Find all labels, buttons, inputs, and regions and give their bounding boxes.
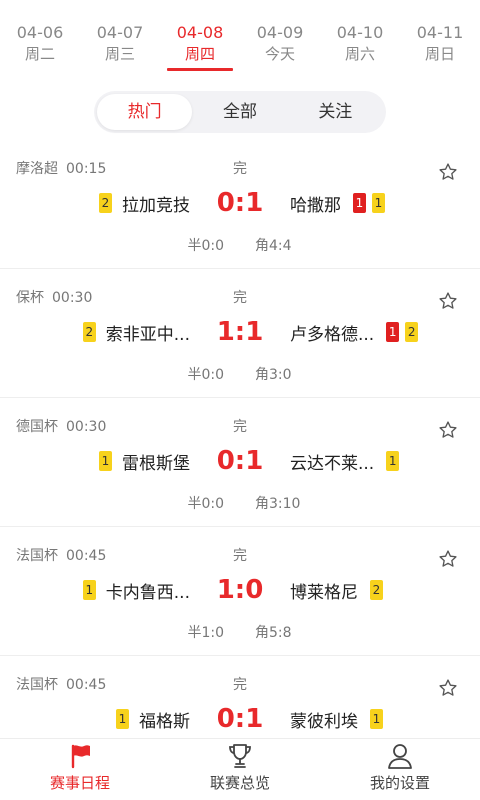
date-tab-0407[interactable]: 04-07 周三	[80, 0, 160, 80]
date-label: 04-11	[416, 23, 464, 42]
away-team-name: 蒙彼利埃	[290, 711, 358, 732]
match-score: 1:0	[216, 575, 264, 605]
home-team-group: 2 索非亚中...	[82, 315, 190, 349]
red-card-badge: 1	[353, 193, 366, 213]
match-score: 0:1	[216, 188, 264, 218]
match-row[interactable]: 保杯 00:30 完 2 索非亚中... 1:1 卢多格德... 1 2 半0:0…	[0, 269, 480, 398]
half-time-score: 半0:0	[187, 367, 224, 383]
match-status: 完	[233, 290, 247, 306]
match-score: 0:1	[216, 446, 264, 476]
weekday-label: 周四	[184, 45, 215, 63]
away-team-name: 哈撒那	[290, 195, 341, 216]
tab-hot[interactable]: 热门	[97, 94, 193, 130]
user-icon	[388, 744, 412, 769]
home-team-group: 2 拉加竞技	[99, 186, 190, 220]
home-team-name: 拉加竞技	[122, 195, 190, 216]
weekday-label: 周二	[24, 45, 55, 63]
date-tab-0411[interactable]: 04-11 周日	[400, 0, 480, 80]
yellow-card-badge: 2	[82, 322, 96, 342]
match-row[interactable]: 法国杯 00:45 完 1 卡内鲁西... 1:0 博莱格尼 2 半1:0 角5:…	[0, 527, 480, 656]
yellow-card-badge: 2	[99, 193, 112, 213]
away-team-group: 卢多格德... 1 2	[290, 315, 419, 349]
date-label: 04-06	[16, 23, 64, 42]
date-tab-0409[interactable]: 04-09 今天	[240, 0, 320, 80]
match-status: 完	[233, 677, 247, 693]
match-status: 完	[233, 161, 247, 177]
date-label: 04-07	[96, 23, 144, 42]
corner-count: 角5:8	[255, 625, 292, 641]
away-team-group: 哈撒那 1 1	[290, 186, 385, 220]
filter-segmented-control: 热门 全部 关注	[94, 91, 386, 133]
match-list: 摩洛超 00:15 完 2 拉加竞技 0:1 哈撒那 1 1 半0:0 角4:4 …	[0, 140, 480, 738]
match-score: 1:1	[216, 317, 264, 347]
yellow-card-badge: 2	[370, 580, 383, 600]
red-card-badge: 1	[386, 322, 400, 342]
home-team-group: 1 卡内鲁西...	[82, 573, 190, 607]
nav-label: 联赛总览	[209, 774, 270, 792]
home-team-group: 1 福格斯	[116, 702, 190, 736]
home-team-name: 福格斯	[139, 711, 190, 732]
away-team-group: 蒙彼利埃 1	[290, 702, 383, 736]
nav-label: 赛事日程	[49, 774, 110, 792]
corner-count: 角3:10	[255, 496, 301, 512]
nav-my-settings[interactable]: 我的设置	[320, 739, 480, 800]
nav-league-overview[interactable]: 联赛总览	[160, 739, 320, 800]
yellow-card-badge: 1	[82, 580, 96, 600]
match-status: 完	[233, 419, 247, 435]
match-row[interactable]: 法国杯 00:45 完 1 福格斯 0:1 蒙彼利埃 1	[0, 656, 480, 738]
weekday-label: 周六	[344, 45, 375, 63]
nav-schedule[interactable]: 赛事日程	[0, 739, 160, 800]
date-selector: 04-06 周二 04-07 周三 04-08 周四 04-09 今天 04-1…	[0, 0, 480, 80]
match-row[interactable]: 德国杯 00:30 完 1 雷根斯堡 0:1 云达不莱... 1 半0:0 角3:…	[0, 398, 480, 527]
weekday-label: 周三	[104, 45, 135, 63]
date-label: 04-08	[176, 23, 224, 42]
weekday-label: 今天	[264, 45, 295, 63]
tab-all[interactable]: 全部	[192, 94, 287, 130]
tab-follow[interactable]: 关注	[288, 94, 383, 130]
star-icon[interactable]	[438, 678, 458, 698]
match-status: 完	[233, 548, 247, 564]
home-team-name: 卡内鲁西...	[105, 582, 190, 603]
away-team-group: 云达不莱... 1	[290, 444, 400, 478]
half-time-score: 半0:0	[187, 238, 224, 254]
weekday-label: 周日	[424, 45, 455, 63]
date-tab-0406[interactable]: 04-06 周二	[0, 0, 80, 80]
date-label: 04-09	[256, 23, 304, 42]
home-team-name: 索非亚中...	[105, 324, 190, 345]
away-team-name: 卢多格德...	[290, 324, 375, 345]
corner-count: 角3:0	[255, 367, 292, 383]
date-tab-0408[interactable]: 04-08 周四	[160, 0, 240, 80]
star-icon[interactable]	[438, 291, 458, 311]
away-team-name: 博莱格尼	[290, 582, 358, 603]
star-icon[interactable]	[438, 549, 458, 569]
flag-icon	[71, 744, 90, 769]
yellow-card-badge: 1	[372, 193, 385, 213]
trophy-icon	[229, 744, 251, 768]
home-team-group: 1 雷根斯堡	[99, 444, 190, 478]
star-icon[interactable]	[438, 162, 458, 182]
yellow-card-badge: 1	[370, 709, 383, 729]
match-row[interactable]: 摩洛超 00:15 完 2 拉加竞技 0:1 哈撒那 1 1 半0:0 角4:4	[0, 140, 480, 269]
home-team-name: 雷根斯堡	[122, 453, 190, 474]
match-score: 0:1	[216, 704, 264, 734]
star-icon[interactable]	[438, 420, 458, 440]
yellow-card-badge: 1	[386, 451, 400, 471]
half-time-score: 半1:0	[187, 625, 224, 641]
date-label: 04-10	[336, 23, 384, 42]
yellow-card-badge: 1	[116, 709, 129, 729]
yellow-card-badge: 2	[405, 322, 419, 342]
half-time-score: 半0:0	[187, 496, 224, 512]
bottom-navigation: 赛事日程 联赛总览 我的设置	[0, 738, 480, 800]
corner-count: 角4:4	[255, 238, 292, 254]
yellow-card-badge: 1	[99, 451, 112, 471]
away-team-name: 云达不莱...	[290, 453, 375, 474]
date-tab-0410[interactable]: 04-10 周六	[320, 0, 400, 80]
away-team-group: 博莱格尼 2	[290, 573, 383, 607]
nav-label: 我的设置	[369, 774, 430, 792]
